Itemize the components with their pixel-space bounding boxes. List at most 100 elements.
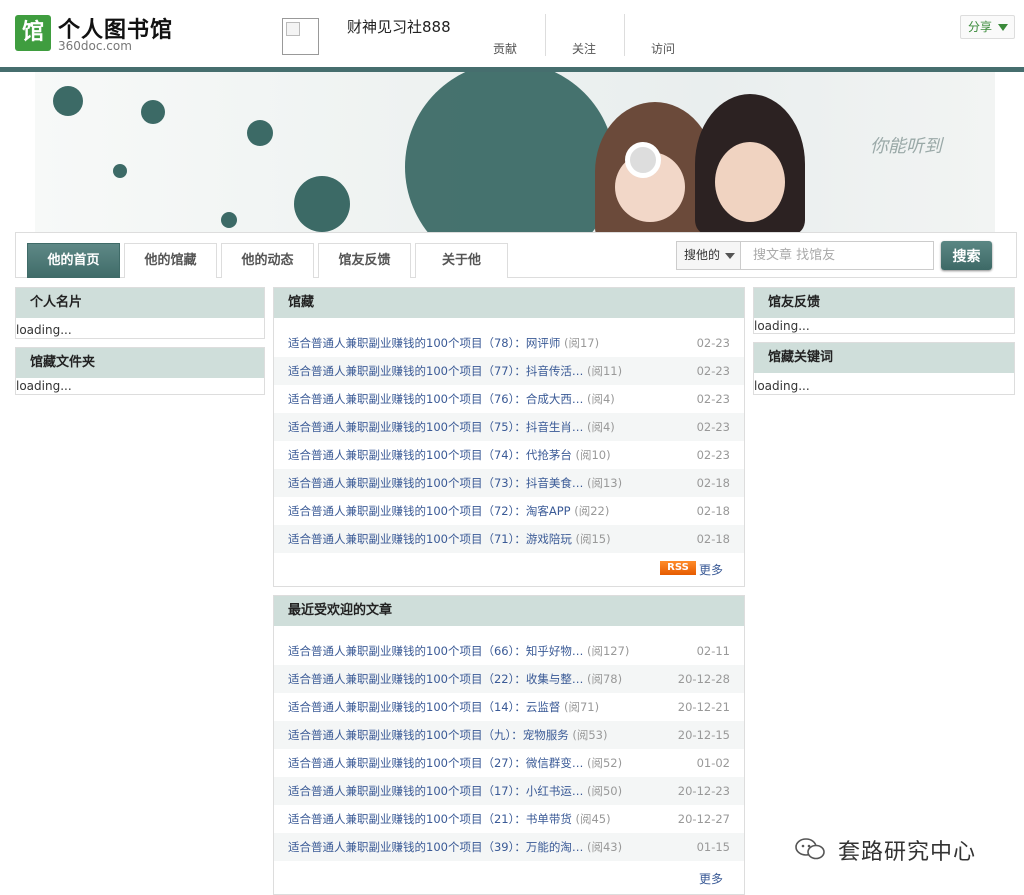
article-date: 02-18 (696, 476, 730, 490)
read-count: (阅17) (564, 336, 600, 350)
article-date: 20-12-23 (677, 784, 730, 798)
list-item: 适合普通人兼职副业赚钱的100个项目（72）：淘客APP (阅22) 02-18 (274, 497, 744, 525)
read-count: (阅13) (587, 476, 623, 490)
article-date: 20-12-21 (677, 700, 730, 714)
list-item: 适合普通人兼职副业赚钱的100个项目（66）：知乎好物… (阅127) 02-11 (274, 637, 744, 665)
list-item: 适合普通人兼职副业赚钱的100个项目（27）：微信群变… (阅52) 01-02 (274, 749, 744, 777)
article-link[interactable]: 适合普通人兼职副业赚钱的100个项目（九）：宠物服务 (阅53) (288, 721, 607, 749)
stat-contribution[interactable]: 贡献 (465, 40, 545, 57)
article-link[interactable]: 适合普通人兼职副业赚钱的100个项目（74）：代抢茅台 (阅10) (288, 441, 611, 469)
list-item: 适合普通人兼职副业赚钱的100个项目（71）：游戏陪玩 (阅15) 02-18 (274, 525, 744, 553)
article-link[interactable]: 适合普通人兼职副业赚钱的100个项目（76）：合成大西… (阅4) (288, 385, 615, 413)
share-button[interactable]: 分享 (960, 15, 1015, 39)
article-title: 适合普通人兼职副业赚钱的100个项目（21）：书单带货 (288, 812, 572, 826)
read-count: (阅53) (572, 728, 608, 742)
tab-home[interactable]: 他的首页 (27, 243, 120, 278)
article-title: 适合普通人兼职副业赚钱的100个项目（22）：收集与整… (288, 672, 584, 686)
read-count: (阅10) (575, 448, 611, 462)
article-title: 适合普通人兼职副业赚钱的100个项目（39）：万能的淘… (288, 840, 584, 854)
stat-visits[interactable]: 访问 (623, 40, 703, 57)
article-date: 20-12-27 (677, 812, 730, 826)
list-item: 适合普通人兼职副业赚钱的100个项目（九）：宠物服务 (阅53) 20-12-15 (274, 721, 744, 749)
article-link[interactable]: 适合普通人兼职副业赚钱的100个项目（39）：万能的淘… (阅43) (288, 833, 622, 861)
watermark-text: 套路研究中心 (838, 840, 977, 865)
read-count: (阅11) (587, 364, 623, 378)
article-link[interactable]: 适合普通人兼职副业赚钱的100个项目（66）：知乎好物… (阅127) (288, 637, 629, 665)
article-link[interactable]: 适合普通人兼职副业赚钱的100个项目（75）：抖音生肖… (阅4) (288, 413, 615, 441)
read-count: (阅43) (587, 840, 623, 854)
chevron-down-icon (725, 253, 735, 259)
article-link[interactable]: 适合普通人兼职副业赚钱的100个项目（21）：书单带货 (阅45) (288, 805, 611, 833)
tab-activity[interactable]: 他的动态 (221, 243, 314, 278)
article-link[interactable]: 适合普通人兼职副业赚钱的100个项目（77）：抖音传活… (阅11) (288, 357, 622, 385)
tab-collection[interactable]: 他的馆藏 (124, 243, 217, 278)
wechat-icon (795, 838, 825, 860)
collection-list: 适合普通人兼职副业赚钱的100个项目（78）：网评师 (阅17) 02-23 适合普… (274, 329, 744, 553)
stat-following[interactable]: 关注 (544, 40, 624, 57)
read-count: (阅4) (587, 392, 615, 406)
article-date: 02-23 (696, 392, 730, 406)
top-bar: 馆 个人图书馆 360doc.com 财神见习社888 贡献 关注 访问 分享 (0, 0, 1024, 67)
panel-title: 馆藏关键词 (754, 343, 1014, 373)
loading-text: loading... (754, 379, 810, 393)
search-input[interactable] (741, 241, 934, 270)
article-date: 02-18 (696, 504, 730, 518)
list-item: 适合普通人兼职副业赚钱的100个项目（75）：抖音生肖… (阅4) 02-23 (274, 413, 744, 441)
read-count: (阅50) (587, 784, 623, 798)
banner-image: 你能听到 (35, 72, 995, 232)
article-date: 02-18 (696, 532, 730, 546)
panel-title: 馆藏文件夹 (16, 348, 264, 378)
article-title: 适合普通人兼职副业赚钱的100个项目（78）：网评师 (288, 336, 561, 350)
article-link[interactable]: 适合普通人兼职副业赚钱的100个项目（78）：网评师 (阅17) (288, 329, 599, 357)
banner-large-circle (405, 72, 615, 232)
more-link[interactable]: 更多 (699, 870, 723, 887)
read-count: (阅52) (587, 756, 623, 770)
list-item: 适合普通人兼职副业赚钱的100个项目（14）：云监督 (阅71) 20-12-21 (274, 693, 744, 721)
article-link[interactable]: 适合普通人兼职副业赚钱的100个项目（72）：淘客APP (阅22) (288, 497, 609, 525)
rss-icon[interactable]: RSS (660, 561, 696, 575)
article-link[interactable]: 适合普通人兼职副业赚钱的100个项目（22）：收集与整… (阅78) (288, 665, 622, 693)
list-item: 适合普通人兼职副业赚钱的100个项目（17）：小红书运… (阅50) 20-12-… (274, 777, 744, 805)
article-date: 01-15 (696, 840, 730, 854)
feedback-panel: 馆友反馈 loading... (753, 287, 1015, 334)
list-item: 适合普通人兼职副业赚钱的100个项目（78）：网评师 (阅17) 02-23 (274, 329, 744, 357)
banner-dot (53, 86, 83, 116)
search-scope-label: 搜他的 (684, 248, 721, 262)
banner-handwriting: 你能听到 (870, 136, 942, 157)
article-link[interactable]: 适合普通人兼职副业赚钱的100个项目（71）：游戏陪玩 (阅15) (288, 525, 611, 553)
article-title: 适合普通人兼职副业赚钱的100个项目（17）：小红书运… (288, 784, 584, 798)
article-link[interactable]: 适合普通人兼职副业赚钱的100个项目（73）：抖音美食… (阅13) (288, 469, 622, 497)
loading-text: loading... (16, 379, 72, 393)
search-scope-select[interactable]: 搜他的 (676, 241, 741, 270)
article-link[interactable]: 适合普通人兼职副业赚钱的100个项目（17）：小红书运… (阅50) (288, 777, 622, 805)
popular-list: 适合普通人兼职副业赚钱的100个项目（66）：知乎好物… (阅127) 02-11… (274, 637, 744, 861)
article-title: 适合普通人兼职副业赚钱的100个项目（76）：合成大西… (288, 392, 584, 406)
list-item: 适合普通人兼职副业赚钱的100个项目（73）：抖音美食… (阅13) 02-18 (274, 469, 744, 497)
panel-title: 最近受欢迎的文章 (274, 596, 744, 626)
loading-text: loading... (754, 319, 810, 333)
article-title: 适合普通人兼职副业赚钱的100个项目（74）：代抢茅台 (288, 448, 572, 462)
avatar[interactable] (282, 18, 319, 55)
article-date: 20-12-15 (677, 728, 730, 742)
article-link[interactable]: 适合普通人兼职副业赚钱的100个项目（14）：云监督 (阅71) (288, 693, 599, 721)
banner-dot (294, 176, 350, 232)
read-count: (阅71) (564, 700, 600, 714)
read-count: (阅22) (574, 504, 610, 518)
panel-title: 馆友反馈 (754, 288, 1014, 318)
logo-icon[interactable]: 馆 (15, 15, 51, 51)
article-date: 02-23 (696, 448, 730, 462)
username[interactable]: 财神见习社888 (347, 16, 451, 37)
more-link[interactable]: 更多 (699, 561, 723, 578)
read-count: (阅45) (575, 812, 611, 826)
search-button[interactable]: 搜索 (941, 241, 992, 270)
tab-about[interactable]: 关于他 (415, 243, 508, 278)
article-title: 适合普通人兼职副业赚钱的100个项目（27）：微信群变… (288, 756, 584, 770)
tab-feedback[interactable]: 馆友反馈 (318, 243, 411, 278)
article-link[interactable]: 适合普通人兼职副业赚钱的100个项目（27）：微信群变… (阅52) (288, 749, 622, 777)
article-title: 适合普通人兼职副业赚钱的100个项目（72）：淘客APP (288, 504, 571, 518)
banner-dot (113, 164, 127, 178)
share-label: 分享 (968, 20, 993, 34)
article-title: 适合普通人兼职副业赚钱的100个项目（75）：抖音生肖… (288, 420, 584, 434)
article-date: 20-12-28 (677, 672, 730, 686)
banner-figure-face (715, 142, 785, 222)
